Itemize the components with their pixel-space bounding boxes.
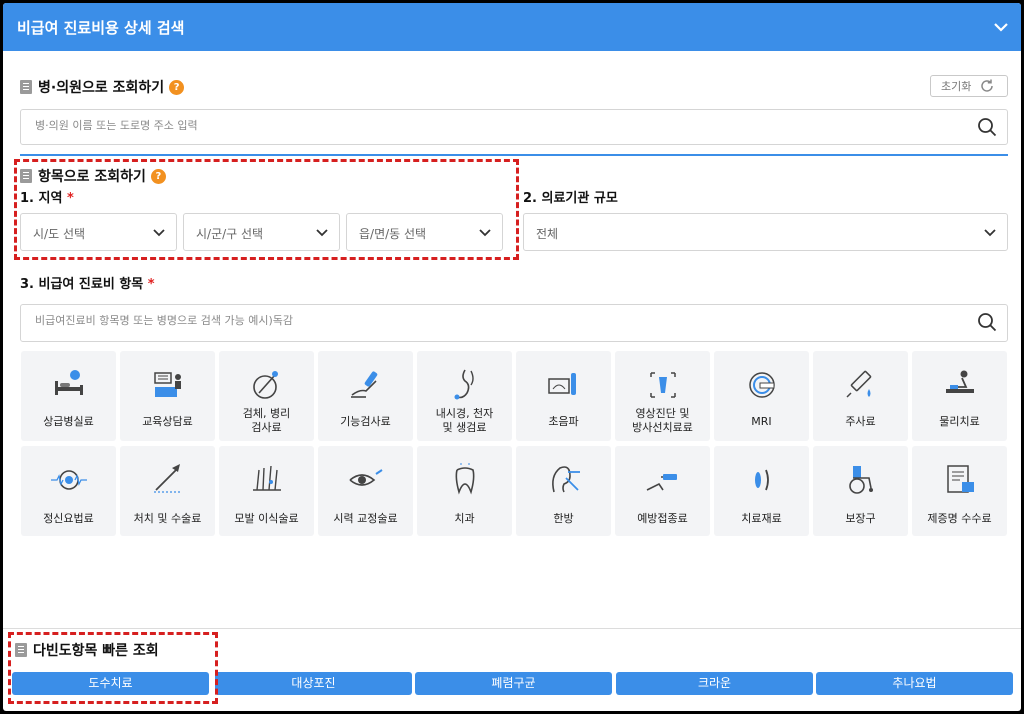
certificate-icon [947,465,974,493]
highlight-box [8,632,218,704]
wheelchair-icon [849,466,873,494]
items-search-input[interactable] [33,313,876,328]
items-label: 3. 비급여 진료비 항목 * [20,273,155,292]
surgery-icon [154,464,182,493]
category-label: 치과 [454,512,475,525]
category-tile-endoscopy[interactable]: 내시경, 천자 및 생검료 [417,351,512,441]
category-label: 한방 [553,512,574,525]
category-label: 상급병실료 [43,415,94,428]
function-test-icon [351,371,378,398]
physical-therapy-icon [946,370,974,393]
endoscope-icon [454,369,474,400]
chevron-down-icon [984,229,996,237]
items-search-box [20,304,1008,342]
help-icon[interactable]: ? [169,79,185,95]
category-label: 물리치료 [939,415,980,428]
mri-icon [749,372,775,398]
category-tile-dental[interactable]: 치과 [417,446,512,536]
category-tile-assistive-device[interactable]: 보장구 [813,446,908,536]
consultation-icon [154,372,181,397]
category-tile-counseling[interactable]: 교육상담료 [120,351,215,441]
category-tile-physical-therapy[interactable]: 물리치료 [912,351,1007,441]
hospital-search-box [20,109,1008,145]
category-label: 영상진단 및 방사선치료료 [632,407,693,434]
category-tile-injection[interactable]: 주사료 [813,351,908,441]
category-tile-function-test[interactable]: 기능검사료 [318,351,413,441]
category-label: 정신요법료 [43,512,94,525]
hospital-search-input[interactable] [33,118,876,133]
category-tile-mri[interactable]: MRI [714,351,809,441]
scale-select[interactable]: 전체 [523,213,1008,251]
quick-button-shingles[interactable]: 대상포진 [215,672,412,695]
category-label: 교육상담료 [142,415,193,428]
category-tile-vision-correction[interactable]: 시력 교정술료 [318,446,413,536]
items-label-text: 3. 비급여 진료비 항목 [20,277,144,292]
category-label: 처치 및 수술료 [133,512,202,525]
eye-icon [349,469,383,486]
category-tile-surgery[interactable]: 처치 및 수술료 [120,446,215,536]
quick-button-chuna[interactable]: 추나요법 [816,672,1013,695]
panel-title: 비급여 진료비용 상세 검색 [17,19,185,37]
category-label: 시력 교정술료 [333,512,398,525]
category-label: 내시경, 천자 및 생검료 [435,407,494,434]
search-icon[interactable] [977,117,997,137]
category-tile-treatment-material[interactable]: 치료재료 [714,446,809,536]
category-tile-oriental-medicine[interactable]: 한방 [516,446,611,536]
category-label: 주사료 [845,415,876,428]
specimen-icon [253,371,278,399]
tooth-icon [455,463,475,495]
required-mark: * [147,277,155,292]
category-label: 제증명 수수료 [927,512,992,525]
category-label: 치료재료 [741,512,782,525]
hospital-bed-icon [55,370,83,395]
scale-label: 2. 의료기관 규모 [523,191,618,206]
category-tile-inpatient-room[interactable]: 상급병실료 [21,351,116,441]
category-label: 모발 이식술료 [234,512,299,525]
category-tile-radiology[interactable]: 영상진단 및 방사선치료료 [615,351,710,441]
ultrasound-icon [548,373,576,395]
category-tile-certificate-fee[interactable]: 제증명 수수료 [912,446,1007,536]
scale-select-value: 전체 [536,227,559,241]
highlight-box [14,159,519,260]
category-label: 기능검사료 [340,415,391,428]
reset-button[interactable]: 초기화 [930,75,1008,97]
treatment-material-icon [755,469,769,491]
category-tile-specimen[interactable]: 검체, 병리 검사료 [219,351,314,441]
refresh-icon [981,79,994,92]
hair-transplant-icon [253,465,281,491]
section-divider [20,154,1008,156]
category-tile-ultrasound[interactable]: 초음파 [516,351,611,441]
category-label: 초음파 [548,415,579,428]
search-panel: 비급여 진료비용 상세 검색 병·의원으로 조회하기 ? 초기화 항목으로 조회… [3,3,1021,711]
document-icon [20,80,32,94]
reset-label: 초기화 [941,80,972,93]
section-divider [3,628,1021,629]
category-tile-psychotherapy[interactable]: 정신요법료 [21,446,116,536]
category-label: 예방접종료 [637,512,688,525]
quick-button-pneumococcus[interactable]: 폐렴구균 [415,672,612,695]
acupuncture-icon [552,466,580,493]
hospital-search-title: 병·의원으로 조회하기 [38,80,165,96]
search-icon[interactable] [977,312,997,332]
quick-button-crown[interactable]: 크라운 [616,672,813,695]
hospital-search-heading: 병·의원으로 조회하기 ? [20,77,185,97]
radiology-icon [650,372,676,398]
category-label: 검체, 병리 검사료 [242,407,291,434]
category-tile-hair-transplant[interactable]: 모발 이식술료 [219,446,314,536]
vaccination-icon [646,474,677,491]
brain-icon [51,470,87,490]
panel-header[interactable]: 비급여 진료비용 상세 검색 [3,3,1021,51]
category-label: MRI [751,415,772,428]
syringe-icon [846,370,872,398]
category-tile-vaccination[interactable]: 예방접종료 [615,446,710,536]
chevron-down-icon[interactable] [991,17,1011,37]
category-label: 보장구 [845,512,876,525]
